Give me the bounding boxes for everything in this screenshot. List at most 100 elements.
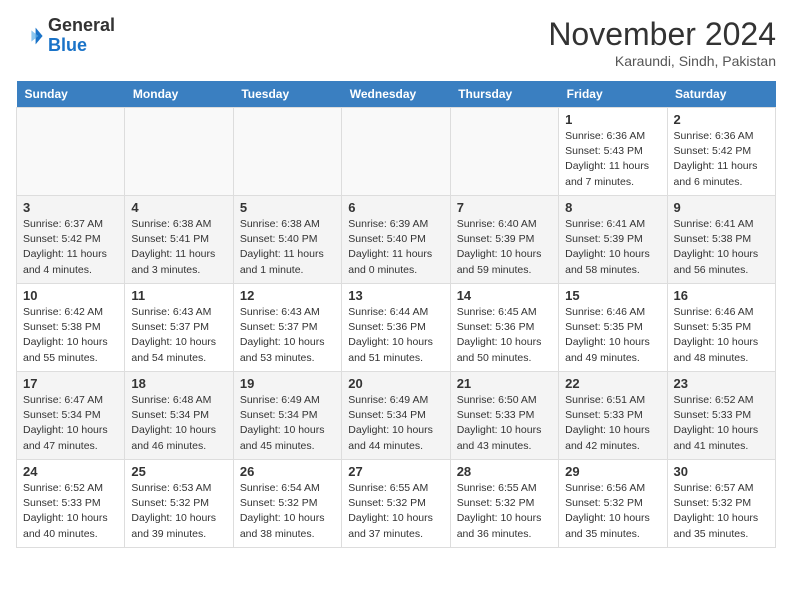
calendar-cell: 5 Sunrise: 6:38 AMSunset: 5:40 PMDaylight… [233,196,341,284]
calendar-cell: 4 Sunrise: 6:38 AMSunset: 5:41 PMDaylight… [125,196,233,284]
calendar-cell: 23Sunrise: 6:52 AMSunset: 5:33 PMDayligh… [667,372,775,460]
day-number: 30 [674,464,769,479]
title-block: November 2024 Karaundi, Sindh, Pakistan [548,16,776,69]
day-info: Sunrise: 6:39 AMSunset: 5:40 PMDaylight:… [348,217,443,278]
day-info: Sunrise: 6:46 AMSunset: 5:35 PMDaylight:… [565,305,660,366]
day-info: Sunrise: 6:55 AMSunset: 5:32 PMDaylight:… [457,481,552,542]
day-number: 6 [348,200,443,215]
day-number: 12 [240,288,335,303]
calendar-table: SundayMondayTuesdayWednesdayThursdayFrid… [16,81,776,548]
weekday-sunday: Sunday [17,81,125,108]
month-title: November 2024 [548,16,776,53]
day-number: 17 [23,376,118,391]
day-info: Sunrise: 6:38 AMSunset: 5:40 PMDaylight:… [240,217,335,278]
day-number: 2 [674,112,769,127]
day-number: 14 [457,288,552,303]
day-info: Sunrise: 6:44 AMSunset: 5:36 PMDaylight:… [348,305,443,366]
calendar-cell: 6 Sunrise: 6:39 AMSunset: 5:40 PMDaylight… [342,196,450,284]
day-number: 27 [348,464,443,479]
day-number: 9 [674,200,769,215]
day-number: 24 [23,464,118,479]
calendar-cell: 27 Sunrise: 6:55 AMSunset: 5:32 PMDayligh… [342,460,450,548]
day-info: Sunrise: 6:42 AMSunset: 5:38 PMDaylight:… [23,305,118,366]
weekday-friday: Friday [559,81,667,108]
calendar-cell: 26Sunrise: 6:54 AMSunset: 5:32 PMDayligh… [233,460,341,548]
logo-blue-text: Blue [48,35,87,55]
calendar-cell: 16Sunrise: 6:46 AMSunset: 5:35 PMDayligh… [667,284,775,372]
day-info: Sunrise: 6:46 AMSunset: 5:35 PMDaylight:… [674,305,769,366]
calendar-cell [233,108,341,196]
weekday-wednesday: Wednesday [342,81,450,108]
logo-general-text: General [48,15,115,35]
calendar-cell: 24 Sunrise: 6:52 AMSunset: 5:33 PMDayligh… [17,460,125,548]
day-info: Sunrise: 6:50 AMSunset: 5:33 PMDaylight:… [457,393,552,454]
day-number: 8 [565,200,660,215]
calendar-cell: 28 Sunrise: 6:55 AMSunset: 5:32 PMDayligh… [450,460,558,548]
day-info: Sunrise: 6:53 AMSunset: 5:32 PMDaylight:… [131,481,226,542]
calendar-cell: 1 Sunrise: 6:36 AMSunset: 5:43 PMDaylight… [559,108,667,196]
weekday-monday: Monday [125,81,233,108]
day-number: 11 [131,288,226,303]
day-number: 22 [565,376,660,391]
day-number: 13 [348,288,443,303]
day-number: 21 [457,376,552,391]
calendar-cell: 15Sunrise: 6:46 AMSunset: 5:35 PMDayligh… [559,284,667,372]
day-number: 28 [457,464,552,479]
day-info: Sunrise: 6:37 AMSunset: 5:42 PMDaylight:… [23,217,118,278]
day-info: Sunrise: 6:55 AMSunset: 5:32 PMDaylight:… [348,481,443,542]
day-info: Sunrise: 6:38 AMSunset: 5:41 PMDaylight:… [131,217,226,278]
calendar-cell: 8 Sunrise: 6:41 AMSunset: 5:39 PMDaylight… [559,196,667,284]
day-info: Sunrise: 6:48 AMSunset: 5:34 PMDaylight:… [131,393,226,454]
location-subtitle: Karaundi, Sindh, Pakistan [548,53,776,69]
day-info: Sunrise: 6:43 AMSunset: 5:37 PMDaylight:… [240,305,335,366]
day-info: Sunrise: 6:49 AMSunset: 5:34 PMDaylight:… [240,393,335,454]
day-info: Sunrise: 6:57 AMSunset: 5:32 PMDaylight:… [674,481,769,542]
calendar-cell [450,108,558,196]
day-info: Sunrise: 6:41 AMSunset: 5:39 PMDaylight:… [565,217,660,278]
day-number: 1 [565,112,660,127]
calendar-cell: 30 Sunrise: 6:57 AMSunset: 5:32 PMDayligh… [667,460,775,548]
day-info: Sunrise: 6:52 AMSunset: 5:33 PMDaylight:… [23,481,118,542]
calendar-week-5: 24 Sunrise: 6:52 AMSunset: 5:33 PMDayligh… [17,460,776,548]
calendar-body: 1 Sunrise: 6:36 AMSunset: 5:43 PMDaylight… [17,108,776,548]
calendar-cell [17,108,125,196]
calendar-cell: 25 Sunrise: 6:53 AMSunset: 5:32 PMDayligh… [125,460,233,548]
calendar-cell: 21 Sunrise: 6:50 AMSunset: 5:33 PMDayligh… [450,372,558,460]
calendar-cell: 29Sunrise: 6:56 AMSunset: 5:32 PMDayligh… [559,460,667,548]
day-number: 25 [131,464,226,479]
calendar-cell: 13 Sunrise: 6:44 AMSunset: 5:36 PMDayligh… [342,284,450,372]
day-number: 10 [23,288,118,303]
day-number: 4 [131,200,226,215]
day-info: Sunrise: 6:45 AMSunset: 5:36 PMDaylight:… [457,305,552,366]
calendar-cell: 7Sunrise: 6:40 AMSunset: 5:39 PMDaylight… [450,196,558,284]
calendar-cell: 11Sunrise: 6:43 AMSunset: 5:37 PMDayligh… [125,284,233,372]
day-number: 19 [240,376,335,391]
weekday-thursday: Thursday [450,81,558,108]
day-number: 26 [240,464,335,479]
calendar-week-4: 17Sunrise: 6:47 AMSunset: 5:34 PMDayligh… [17,372,776,460]
calendar-cell: 10 Sunrise: 6:42 AMSunset: 5:38 PMDayligh… [17,284,125,372]
logo-icon [16,22,44,50]
calendar-cell: 3Sunrise: 6:37 AMSunset: 5:42 PMDaylight… [17,196,125,284]
calendar-cell: 22 Sunrise: 6:51 AMSunset: 5:33 PMDayligh… [559,372,667,460]
day-info: Sunrise: 6:36 AMSunset: 5:43 PMDaylight:… [565,129,660,190]
day-number: 5 [240,200,335,215]
day-info: Sunrise: 6:52 AMSunset: 5:33 PMDaylight:… [674,393,769,454]
calendar-cell [125,108,233,196]
weekday-saturday: Saturday [667,81,775,108]
day-info: Sunrise: 6:56 AMSunset: 5:32 PMDaylight:… [565,481,660,542]
day-info: Sunrise: 6:49 AMSunset: 5:34 PMDaylight:… [348,393,443,454]
day-info: Sunrise: 6:40 AMSunset: 5:39 PMDaylight:… [457,217,552,278]
day-number: 18 [131,376,226,391]
calendar-week-1: 1 Sunrise: 6:36 AMSunset: 5:43 PMDaylight… [17,108,776,196]
weekday-tuesday: Tuesday [233,81,341,108]
day-number: 20 [348,376,443,391]
calendar-cell: 2Sunrise: 6:36 AMSunset: 5:42 PMDaylight… [667,108,775,196]
calendar-cell: 20 Sunrise: 6:49 AMSunset: 5:34 PMDayligh… [342,372,450,460]
calendar-week-3: 10 Sunrise: 6:42 AMSunset: 5:38 PMDayligh… [17,284,776,372]
day-info: Sunrise: 6:51 AMSunset: 5:33 PMDaylight:… [565,393,660,454]
calendar-cell: 17Sunrise: 6:47 AMSunset: 5:34 PMDayligh… [17,372,125,460]
logo: General Blue [16,16,115,56]
weekday-header-row: SundayMondayTuesdayWednesdayThursdayFrid… [17,81,776,108]
calendar-cell: 9Sunrise: 6:41 AMSunset: 5:38 PMDaylight… [667,196,775,284]
